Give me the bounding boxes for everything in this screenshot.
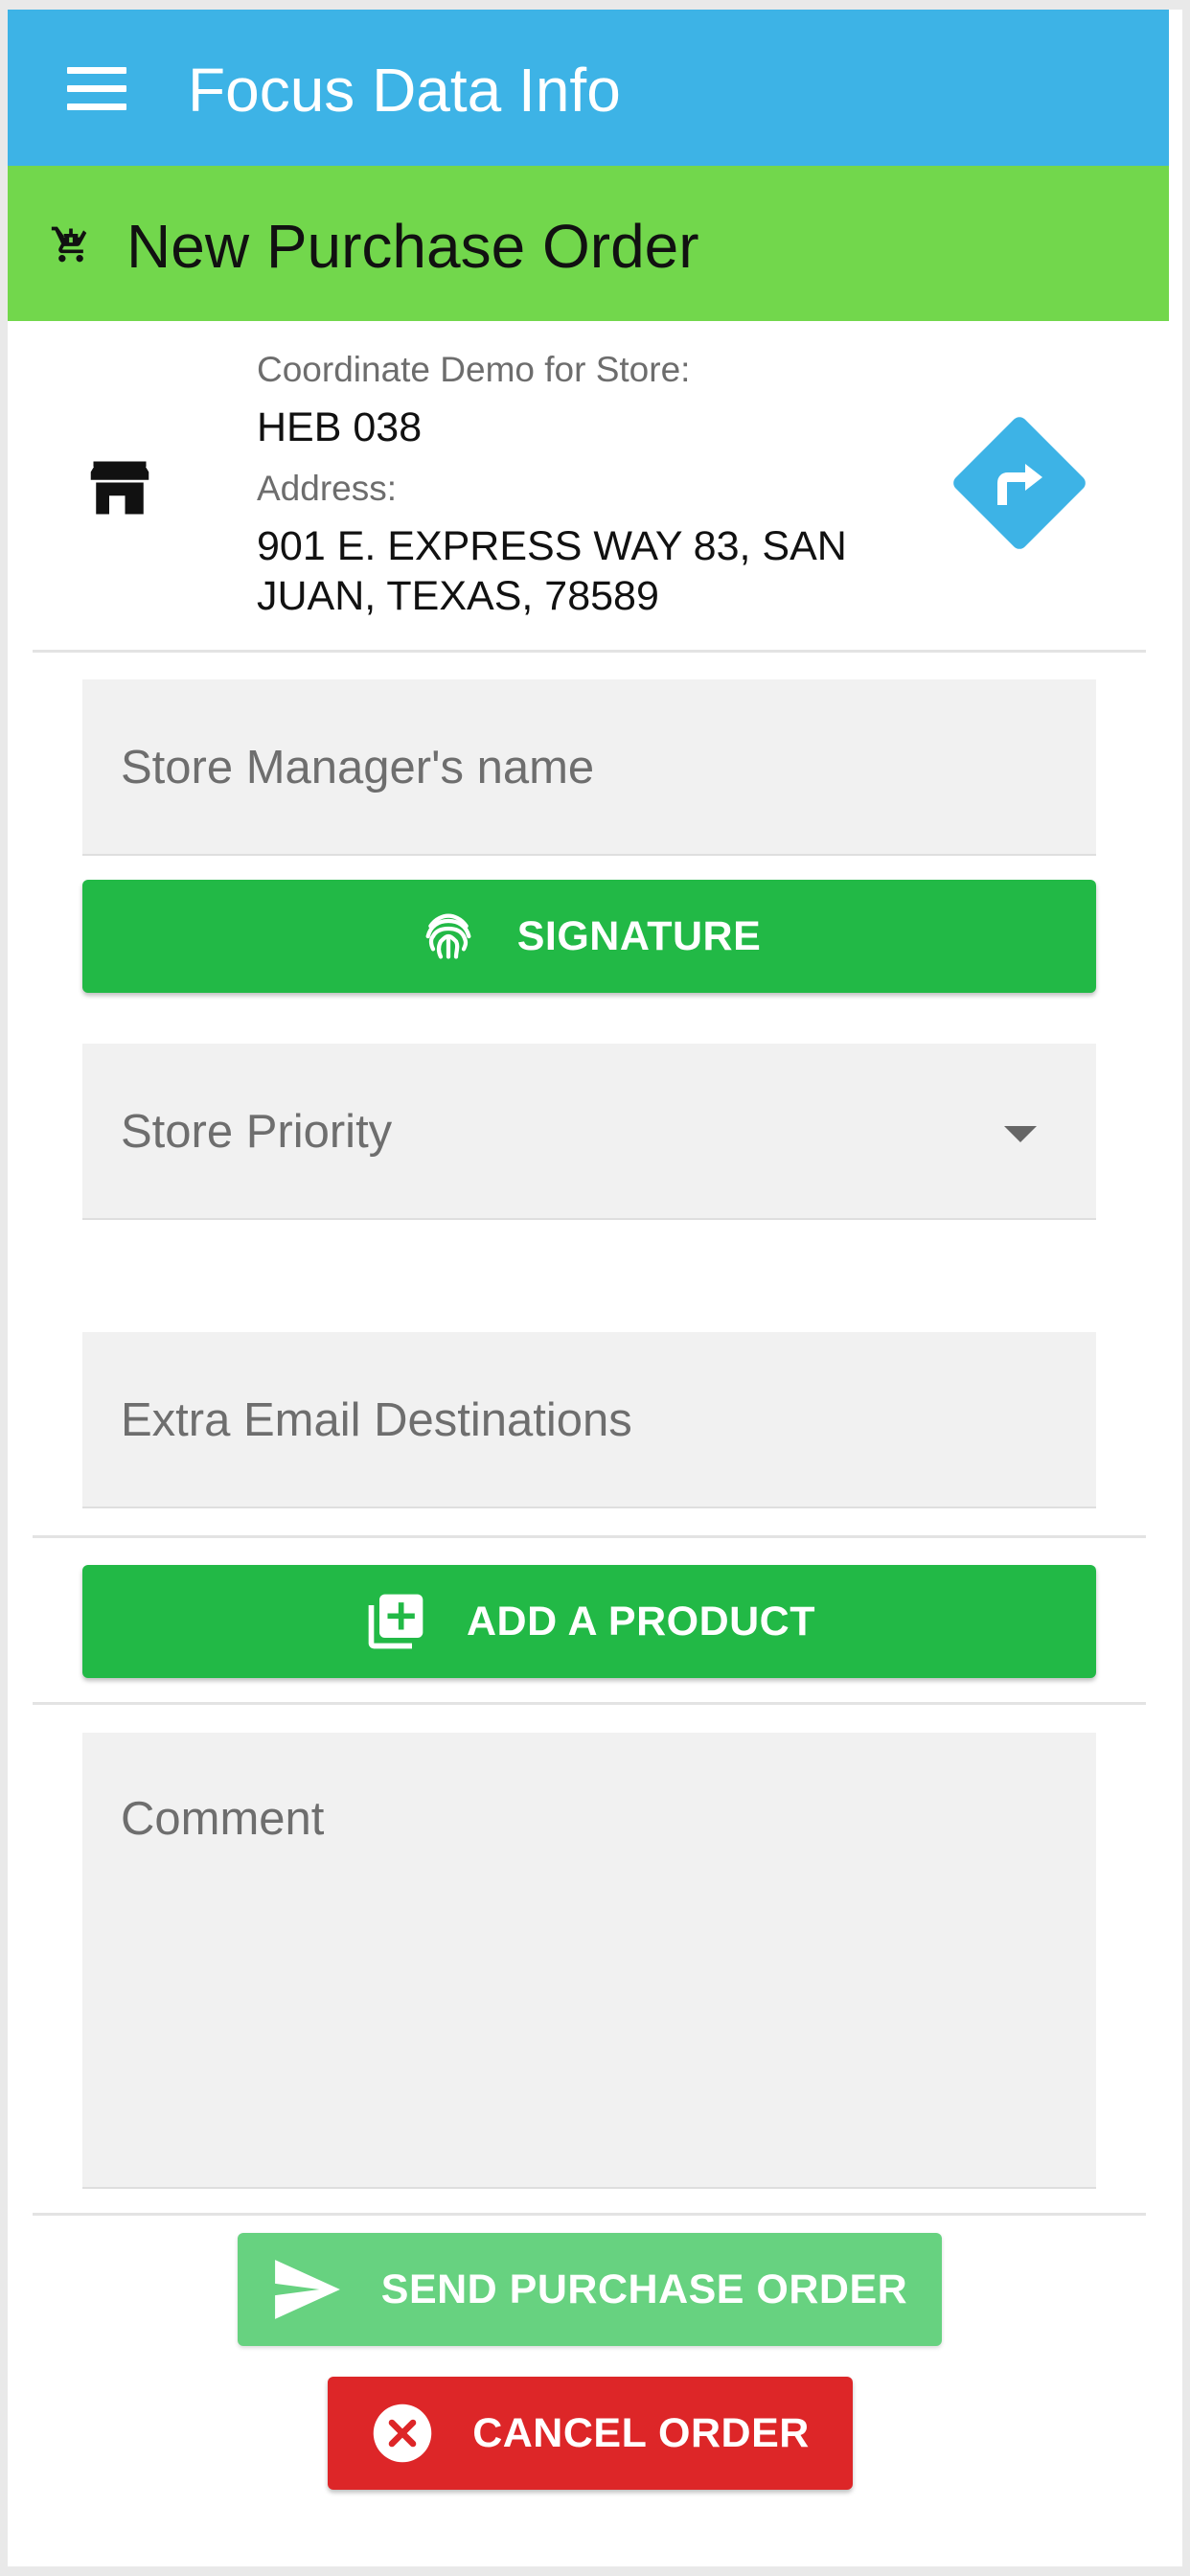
app-title: Focus Data Info xyxy=(188,56,621,125)
hamburger-menu-icon[interactable] xyxy=(67,67,126,110)
app-bar: Focus Data Info xyxy=(8,10,1169,166)
store-priority-placeholder: Store Priority xyxy=(121,1106,393,1158)
directions-icon xyxy=(997,464,1042,505)
cart-icon xyxy=(51,226,87,263)
signature-label: SIGNATURE xyxy=(516,912,762,959)
divider xyxy=(33,650,1146,653)
divider xyxy=(33,1535,1146,1538)
divider xyxy=(33,2213,1146,2216)
cancel-order-button[interactable]: CANCEL ORDER xyxy=(328,2377,853,2490)
send-purchase-order-button[interactable]: SEND PURCHASE ORDER xyxy=(238,2233,942,2346)
store-icon xyxy=(90,461,149,515)
extra-email-input[interactable]: Extra Email Destinations xyxy=(82,1332,1096,1508)
store-manager-placeholder: Store Manager's name xyxy=(121,742,595,794)
divider xyxy=(33,1702,1146,1705)
add-product-label: ADD A PRODUCT xyxy=(466,1598,816,1644)
send-purchase-order-label: SEND PURCHASE ORDER xyxy=(380,2266,908,2312)
store-priority-select[interactable]: Store Priority xyxy=(82,1044,1096,1220)
address-line-2: JUAN, TEXAS, 78589 xyxy=(257,573,659,619)
store-manager-input[interactable]: Store Manager's name xyxy=(82,679,1096,856)
chevron-down-icon xyxy=(1004,1126,1037,1142)
fingerprint-icon xyxy=(425,913,471,959)
address-line-1: 901 E. EXPRESS WAY 83, SAN xyxy=(257,523,847,569)
signature-button[interactable]: SIGNATURE xyxy=(82,880,1096,993)
address-label: Address: xyxy=(257,469,398,508)
cancel-order-label: CANCEL ORDER xyxy=(472,2409,810,2456)
library-add-icon xyxy=(368,1594,423,1649)
page-header: New Purchase Order xyxy=(8,166,1169,321)
send-icon xyxy=(274,2260,340,2319)
store-name: HEB 038 xyxy=(257,404,423,450)
add-product-button[interactable]: ADD A PRODUCT xyxy=(82,1565,1096,1678)
comment-placeholder: Comment xyxy=(121,1793,325,1845)
cancel-circle-icon xyxy=(373,2404,432,2463)
page-title: New Purchase Order xyxy=(126,212,699,281)
comment-textarea[interactable]: Comment xyxy=(82,1733,1096,2189)
store-label: Coordinate Demo for Store: xyxy=(257,350,691,389)
extra-email-placeholder: Extra Email Destinations xyxy=(121,1394,632,1446)
